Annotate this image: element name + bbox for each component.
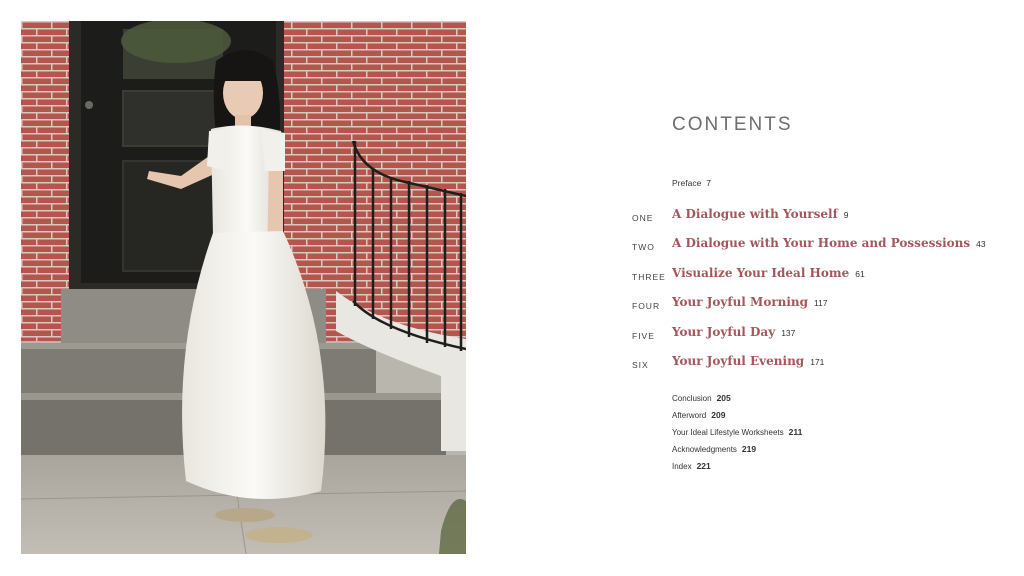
chapter-title-text: A Dialogue with Your Home and Possession… [672,236,971,250]
contents-heading: CONTENTS [672,114,793,135]
backmatter-entry-index[interactable]: Index 221 [672,461,802,478]
chapter-title: Your Joyful Evening 171 [672,354,824,368]
chapter-title-text: Visualize Your Ideal Home [672,266,850,280]
chapter-number: TWO [632,242,655,252]
cover-photo [21,21,466,554]
chapter-page-number: 137 [781,328,796,338]
backmatter-page-number: 211 [788,427,803,437]
backmatter-entry-worksheets[interactable]: Your Ideal Lifestyle Worksheets 211 [672,427,802,444]
backmatter-list: Conclusion 205 Afterword 209 Your Ideal Li… [672,393,802,478]
chapter-title: A Dialogue with Your Home and Possession… [672,236,986,250]
backmatter-label: Index [672,462,692,471]
chapter-page-number: 9 [843,210,849,220]
chapter-title-text: A Dialogue with Yourself [672,207,838,221]
chapter-title: Visualize Your Ideal Home 61 [672,266,865,280]
backmatter-label: Your Ideal Lifestyle Worksheets [672,428,784,437]
chapter-title-text: Your Joyful Evening [672,354,805,368]
preface-entry[interactable]: Preface 7 [672,178,711,188]
backmatter-label: Conclusion [672,394,712,403]
chapter-page-number: 171 [810,357,825,367]
chapter-page-number: 61 [855,269,865,279]
backmatter-page-number: 209 [711,410,726,420]
backmatter-label: Acknowledgments [672,445,737,454]
chapter-title-text: Your Joyful Day [672,325,776,339]
backmatter-page-number: 219 [741,444,757,454]
chapter-number: THREE [632,272,666,282]
chapter-number: ONE [632,213,654,223]
photo-illustration [21,21,466,554]
backmatter-label: Afterword [672,411,707,420]
backmatter-page-number: 205 [716,393,731,403]
backmatter-entry-conclusion[interactable]: Conclusion 205 [672,393,802,410]
backmatter-page-number: 221 [696,461,711,471]
chapter-number: FIVE [632,331,655,341]
chapter-page-number: 43 [976,239,986,249]
preface-label: Preface [672,178,702,188]
chapter-number: FOUR [632,301,661,311]
door-knob [85,101,93,109]
chapter-title: Your Joyful Day 137 [672,325,795,339]
chapter-title-text: Your Joyful Morning [672,295,809,309]
chapter-title: Your Joyful Morning 117 [672,295,828,309]
chapter-page-number: 117 [814,298,828,308]
chapter-title: A Dialogue with Yourself 9 [672,207,848,221]
backmatter-entry-acknowledgments[interactable]: Acknowledgments 219 [672,444,802,461]
chapter-number: SIX [632,360,649,370]
preface-page-number: 7 [706,178,712,188]
backmatter-entry-afterword[interactable]: Afterword 209 [672,410,802,427]
